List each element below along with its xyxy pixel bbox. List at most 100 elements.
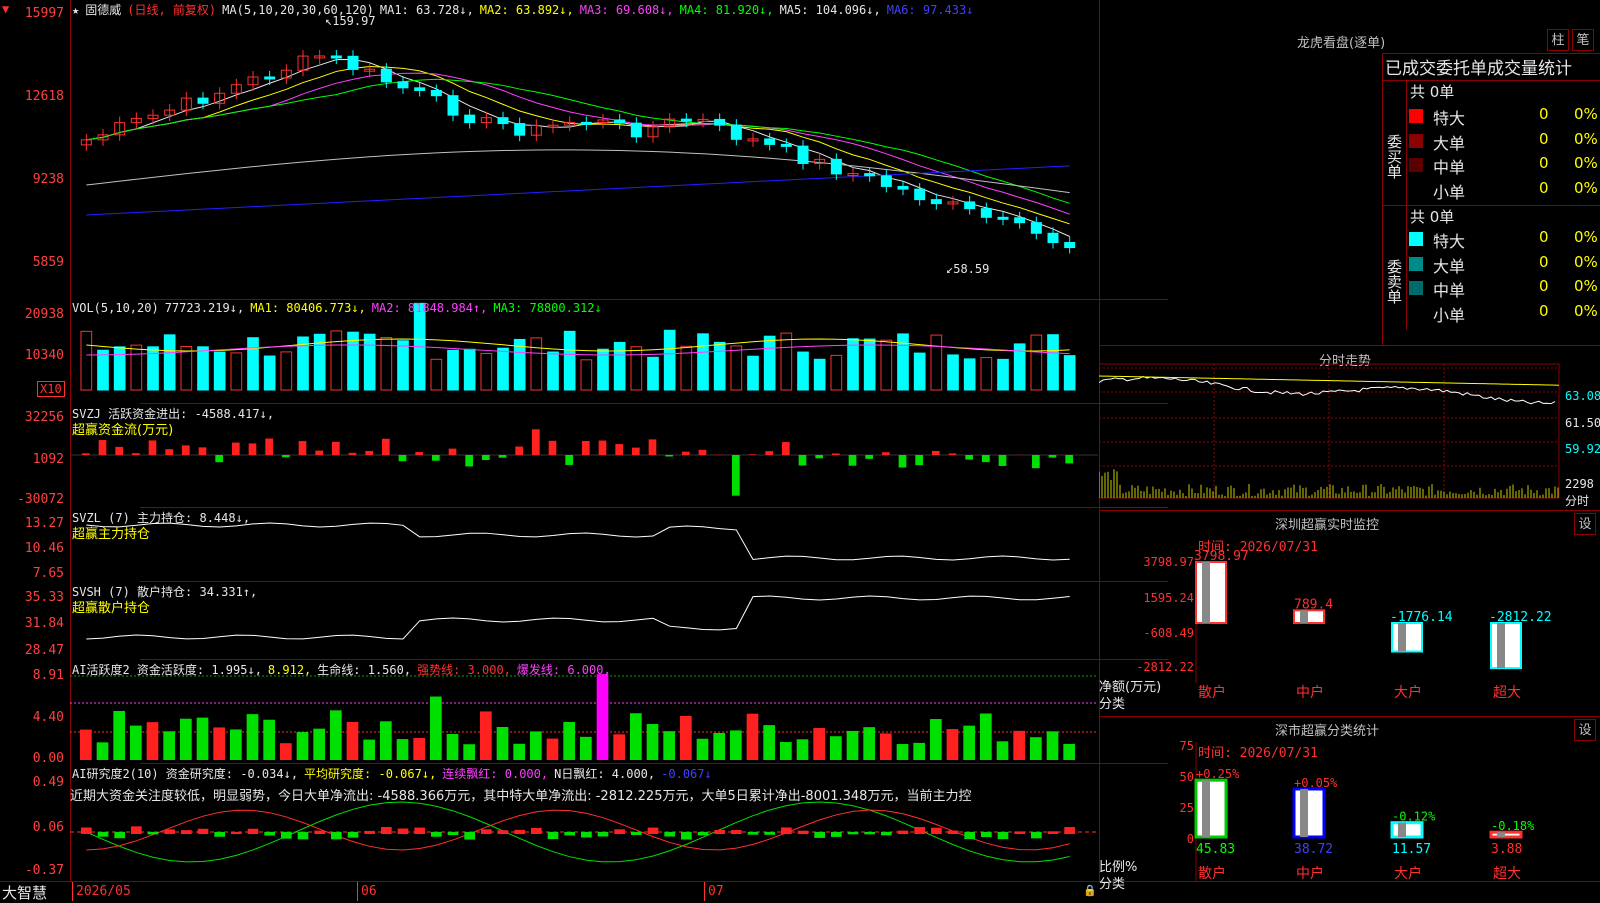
category-label: 散户 [1198,865,1226,882]
value-bar [1392,623,1422,652]
bar-shade [1398,823,1406,837]
value-label: 3.88 [1491,842,1522,857]
intraday-chart[interactable] [1099,346,1600,510]
research-bar [81,828,92,834]
research-bar [398,829,409,834]
row-percent: 0% [1574,253,1598,271]
color-swatch [1409,281,1423,295]
kline-pane[interactable] [140,0,1168,300]
nday-red-value: N日飘红: 4.000, [554,767,655,781]
lock-icon[interactable]: 🔒 [1083,884,1097,897]
color-swatch [1409,183,1423,197]
ai-active-name[interactable]: AI活跃度2 资金活跃度: 1.995↓, [72,663,262,677]
research-bar [731,830,742,834]
category-label: 中户 [1296,865,1324,882]
sz-monitor-cat-label: 分类 [1099,693,1125,712]
value-bar [1491,623,1521,668]
svzl-pane[interactable] [140,508,1168,582]
row-count: 0 [1539,130,1549,148]
svzj-pane[interactable] [140,404,1168,508]
vol-bar [114,347,125,390]
bar-shade [1202,780,1210,837]
bar-shade [1202,562,1210,623]
y-axis-column: ▼ 15997 12618 9238 5859 20938 10340 X10 … [0,0,71,881]
consec-red-value: 连续飘红: 0.000, [442,767,548,781]
dragon-row: 大单00% [1409,253,1600,275]
research-bar [364,831,375,834]
high-price-label: ↖159.97 [325,14,376,28]
menu-arrow-icon[interactable]: ▼ [2,2,9,16]
fund-flow-bar [99,440,107,455]
research-bar [548,832,559,839]
ratio-bar [1294,789,1324,837]
research-bar [748,832,759,835]
research-bar [531,828,542,834]
sz-class-cat-label: 分类 [1099,873,1125,892]
svzl-tick: 7.65 [33,566,64,581]
fund-flow-bar [115,447,123,455]
row-percent: 0% [1574,302,1598,320]
dragon-row: 小单00% [1409,302,1600,324]
tick-mode-button[interactable]: 笔 [1572,29,1594,51]
value-label: -1776.14 [1390,610,1453,625]
buy-total: 共 0单 [1410,81,1454,102]
research-bar [281,832,292,839]
vol-tick: 20938 [25,307,64,322]
ai-active-bar [80,730,92,760]
bar-shade [1300,789,1308,837]
y-tick-label: 1595.24 [1143,591,1194,605]
research-bar [914,827,925,834]
y-tick-label: -2812.22 [1136,660,1194,674]
change-label: -0.12% [1392,810,1436,824]
row-count: 0 [1539,105,1549,123]
dragon-title: 龙虎看盘(逐单) [1297,32,1385,51]
research-bar [314,831,325,834]
x-axis-label: 06 [361,884,377,899]
bar-mode-button[interactable]: 柱 [1547,29,1569,51]
avg-research-value: 平均研究度: -0.067↓, [304,767,436,781]
research-bar [1064,827,1075,834]
research-bar [564,832,575,835]
svzl-tick: 13.27 [25,516,64,531]
star-icon[interactable]: ★ [72,3,79,17]
ai-research-title: AI研究度2(10) 资金研究度: -0.034↓, 平均研究度: -0.067↓… [72,765,718,782]
ai-active-title: AI活跃度2 资金活跃度: 1.995↓,8.912,生命线: 1.560,强势… [72,661,617,678]
ai-research-name[interactable]: AI研究度2(10) 资金研究度: -0.034↓, [72,767,298,781]
research-bar [264,832,275,836]
vol-tick: 10340 [25,348,64,363]
row-percent: 0% [1574,277,1598,295]
intraday-panel[interactable]: 分时走势 63.08 61.50 59.92 2298 分时 [1099,346,1600,511]
research-bar [1014,831,1025,834]
dragon-row: 中单00% [1409,277,1600,299]
svzl-subtitle: 超赢主力持仓 [72,523,150,542]
vol-name[interactable]: VOL(5,10,20) [72,301,159,315]
svsh-tick: 31.84 [25,616,64,631]
stock-name[interactable]: 固德威 [85,3,121,17]
period-label[interactable]: (日线, 前复权) [127,3,216,17]
research-bar [598,832,609,836]
sell-label: 委卖单 [1383,206,1407,330]
vol-unit-badge: X10 [37,381,65,397]
research-bar [148,832,159,834]
research-bar [464,832,475,840]
kline-tick: 12618 [25,89,64,104]
vol-ma3: MA3: 78800.312↓ [493,301,601,315]
research-bar [814,832,825,838]
row-name: 中单 [1433,154,1465,178]
category-label: 超大 [1493,685,1521,701]
chart-area[interactable]: ★固德威(日线, 前复权)MA(5,10,20,30,60,120)MA1: 6… [70,0,1100,881]
ai-active-tick: 0.00 [33,751,64,766]
ratio-bar [1392,823,1422,837]
ai-research-tick: 0.06 [33,820,64,835]
svsh-pane[interactable] [140,582,1168,660]
row-percent: 0% [1574,130,1598,148]
research-bar [698,832,709,835]
kline-tick: 15997 [25,6,64,21]
row-name: 特大 [1433,105,1465,129]
vol-pane[interactable] [140,300,1168,404]
y-tick-label: -608.49 [1143,626,1194,640]
color-swatch [1409,134,1423,148]
dragon-header: 已成交委托单成交量统计 [1385,54,1572,79]
buy-label: 委买单 [1383,81,1407,205]
strong-line-value: 强势线: 3.000, [417,663,511,677]
